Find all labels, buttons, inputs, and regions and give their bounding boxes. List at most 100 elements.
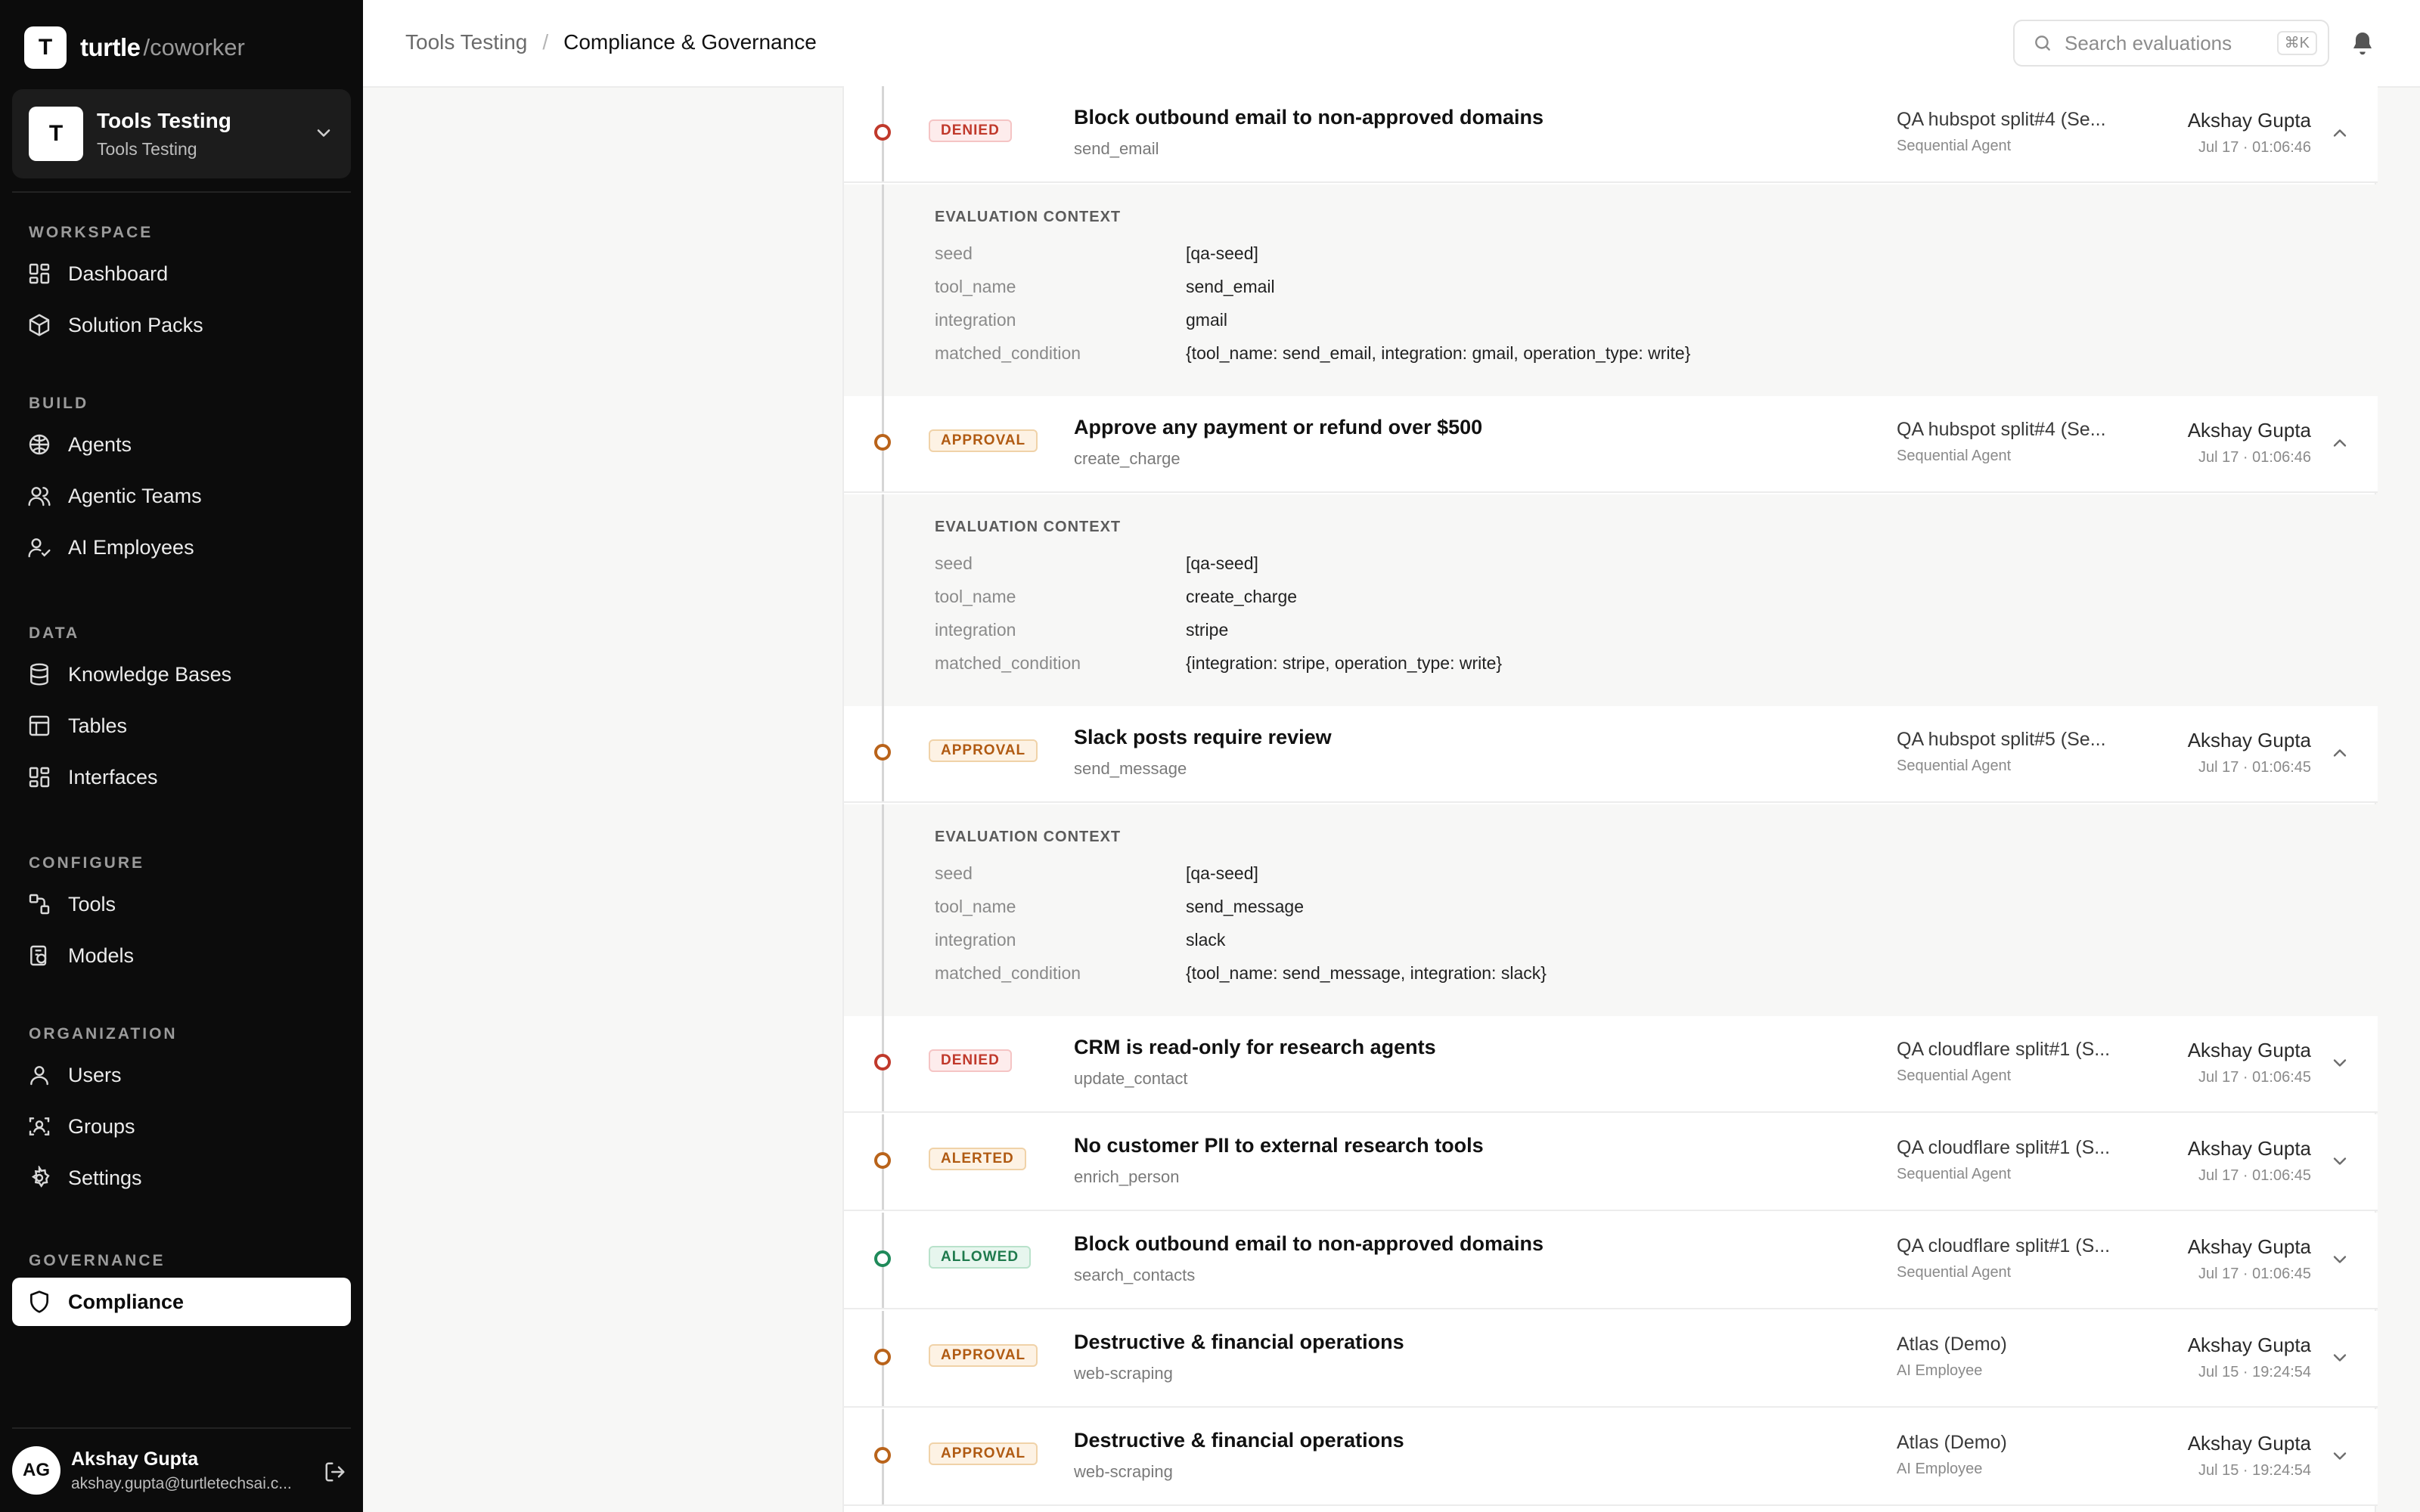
sidebar-item-ai-employees[interactable]: AI Employees (12, 523, 351, 572)
chevron-down-icon[interactable] (2329, 1052, 2350, 1074)
tool-name: web-scraping (1074, 1364, 1173, 1383)
layout-icon (29, 767, 50, 788)
logout-icon[interactable] (324, 1461, 346, 1483)
user-profile[interactable]: AG Akshay Gupta akshay.gupta@turtletechs… (12, 1444, 351, 1497)
context-key: tool_name (935, 277, 1016, 296)
search-input[interactable]: Search evaluations ⌘K (2013, 20, 2329, 67)
timestamp: Jul 15 · 19:24:54 (2198, 1462, 2311, 1479)
sidebar-item-label: Groups (68, 1114, 135, 1138)
context-row: matched_condition {tool_name: send_email,… (935, 343, 2356, 373)
user-icon (30, 1066, 48, 1086)
table-row[interactable]: DENIED Block outbound email to non-approv… (844, 86, 2378, 183)
database-icon (30, 663, 48, 686)
breadcrumb-parent[interactable]: Tools Testing (405, 30, 527, 54)
sidebar-divider (12, 191, 351, 193)
status-dot (874, 124, 891, 141)
sidebar-item-knowledge-bases[interactable]: Knowledge Bases (12, 650, 351, 699)
chevron-up-icon[interactable] (2329, 432, 2350, 454)
sidebar-item-agentic-teams[interactable]: Agentic Teams (12, 472, 351, 520)
sidebar-item-users[interactable]: Users (12, 1051, 351, 1099)
user-name: Akshay Gupta (2187, 109, 2311, 132)
timestamp: Jul 17 · 01:06:46 (2198, 449, 2311, 466)
table-row[interactable]: DENIED CRM is read-only for research agen… (844, 1016, 2378, 1113)
context-key: integration (935, 310, 1016, 330)
timeline-rail (882, 494, 884, 706)
agent-name: QA cloudflare split#1 (S... (1897, 1039, 2111, 1060)
policy-title: CRM is read-only for research agents (1074, 1036, 1436, 1058)
chevron-down-icon[interactable] (2329, 1445, 2350, 1467)
user-name: Akshay Gupta (2187, 419, 2311, 442)
context-row: integration stripe (935, 620, 2356, 650)
sidebar-item-label: Tools (68, 892, 116, 916)
shield-icon (30, 1290, 48, 1313)
status-badge: APPROVAL (929, 739, 1038, 762)
table-row[interactable]: APPROVAL Approve any payment or refund ov… (844, 396, 2378, 493)
sidebar-item-label: Models (68, 943, 135, 967)
context-key: tool_name (935, 587, 1016, 606)
sidebar-item-label: Compliance (68, 1290, 185, 1313)
keyboard-shortcut: ⌘K (2276, 31, 2317, 55)
status-badge: APPROVAL (929, 1344, 1038, 1367)
table-row[interactable]: APPROVAL Destructive & financial operatio… (844, 1409, 2378, 1506)
evaluation-context: EVALUATION CONTEXT seed [qa-seed] tool_name… (844, 184, 2378, 398)
table-row[interactable]: ALERTED No customer PII to external resea… (844, 1114, 2378, 1211)
table-row[interactable]: APPROVAL Destructive & financial operatio… (844, 1311, 2378, 1408)
agent-type: Sequential Agent (1897, 758, 2012, 774)
context-key: matched_condition (935, 653, 1081, 673)
context-value: send_message (1186, 897, 1304, 916)
status-dot (874, 1054, 891, 1070)
agent-type: Sequential Agent (1897, 1067, 2012, 1084)
sidebar-item-label: Settings (68, 1166, 142, 1189)
chevron-up-icon[interactable] (2329, 742, 2350, 764)
sidebar-item-label: Knowledge Bases (68, 662, 232, 686)
brand[interactable]: T turtle /coworker (24, 26, 245, 70)
chevron-down-icon[interactable] (2329, 1347, 2350, 1368)
search-placeholder: Search evaluations (2065, 31, 2232, 54)
timeline-rail (882, 184, 884, 396)
sidebar-item-settings[interactable]: Settings (12, 1154, 351, 1202)
agent-type: Sequential Agent (1897, 1166, 2012, 1182)
nav-group-data: DATA Knowledge Bases Tables Interfaces (0, 624, 363, 801)
status-badge: ALERTED (929, 1148, 1026, 1170)
sidebar-item-tools[interactable]: Tools (12, 880, 351, 928)
context-row: integration gmail (935, 310, 2356, 340)
context-value: create_charge (1186, 587, 1298, 606)
context-row: integration slack (935, 930, 2356, 960)
sidebar-item-tables[interactable]: Tables (12, 702, 351, 750)
brand-sub: /coworker (143, 34, 245, 60)
breadcrumb-separator: / (542, 30, 549, 54)
bell-icon[interactable] (2349, 30, 2376, 57)
context-row: seed [qa-seed] (935, 553, 2356, 584)
nav-label: ORGANIZATION (29, 1025, 178, 1043)
sidebar-item-models[interactable]: Models (12, 931, 351, 980)
status-dot (874, 1447, 891, 1464)
brand-name: turtle (80, 33, 141, 61)
sidebar-item-dashboard[interactable]: Dashboard (12, 249, 351, 298)
sidebar-divider (12, 1427, 351, 1429)
table-row[interactable]: APPROVAL Slack posts require review send_m… (844, 706, 2378, 803)
sidebar-item-compliance[interactable]: Compliance (12, 1278, 351, 1326)
chevron-down-icon[interactable] (2329, 1151, 2350, 1172)
sidebar-item-agents[interactable]: Agents (12, 420, 351, 469)
workspace-switcher[interactable]: T Tools Testing Tools Testing (12, 89, 351, 178)
policy-title: No customer PII to external research too… (1074, 1134, 1484, 1157)
context-value: [qa-seed] (1186, 553, 1258, 573)
context-value: {tool_name: send_message, integration: s… (1186, 963, 1547, 983)
context-key: tool_name (935, 897, 1016, 916)
sidebar-item-groups[interactable]: Groups (12, 1102, 351, 1151)
agent-type: AI Employee (1897, 1461, 1983, 1477)
context-value: [qa-seed] (1186, 243, 1258, 263)
agent-name: QA hubspot split#5 (Se... (1897, 729, 2106, 750)
sidebar-item-solution-packs[interactable]: Solution Packs (12, 301, 351, 349)
chevron-up-icon[interactable] (2329, 122, 2350, 144)
table-row[interactable]: ALLOWED Block outbound email to non-appro… (844, 1213, 2378, 1309)
user-email: akshay.gupta@turtletechsai.c... (71, 1474, 292, 1492)
tool-name: search_contacts (1074, 1266, 1196, 1284)
sidebar-item-interfaces[interactable]: Interfaces (12, 753, 351, 801)
agent-name: QA hubspot split#4 (Se... (1897, 419, 2106, 440)
context-key: integration (935, 930, 1016, 950)
evaluation-context: EVALUATION CONTEXT seed [qa-seed] tool_name… (844, 494, 2378, 708)
chevron-down-icon[interactable] (2329, 1249, 2350, 1270)
status-badge: ALLOWED (929, 1246, 1032, 1269)
brain-icon (29, 434, 50, 455)
